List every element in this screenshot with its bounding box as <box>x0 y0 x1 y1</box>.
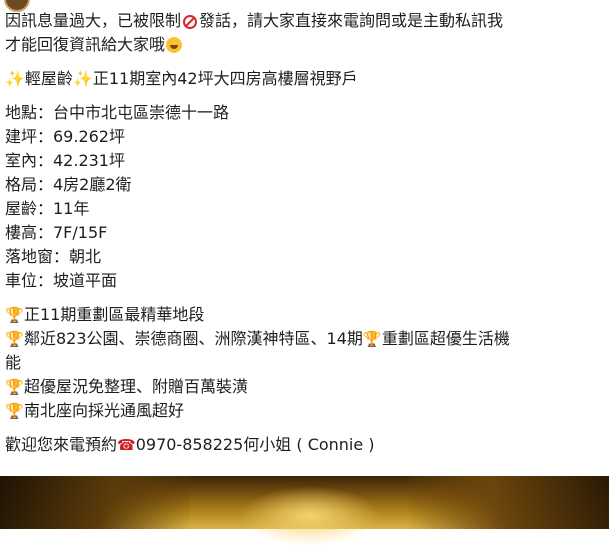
headline-text-2: 正11期室內42坪大四房高樓層視野戶 <box>92 69 358 88</box>
notice-line-2: 才能回復資訊給大家哦 <box>5 33 601 57</box>
highlight-item: 🏆超優屋況免整理、附贈百萬裝潢 <box>5 375 601 399</box>
smiling-face-icon <box>166 37 183 53</box>
notice-text-2: 發話，請大家直接來電詢問或是主動私訊我 <box>199 11 504 30</box>
detail-indoor-area: 室內：42.231坪 <box>5 151 125 170</box>
trophy-icon: 🏆 <box>5 306 24 324</box>
detail-parking: 車位：坡道平面 <box>5 271 118 290</box>
trophy-icon: 🏆 <box>362 330 382 348</box>
facebook-post-screenshot: 因訊息量過大，已被限制 發話，請大家直接來電詢問或是主動私訊我 才能回復資訊給大家… <box>0 0 609 546</box>
trophy-icon: 🏆 <box>5 378 24 396</box>
detail-layout: 格局：4房2廳2衛 <box>5 175 132 194</box>
detail-location: 地點：台中市北屯區崇德十一路 <box>5 103 230 122</box>
notice-text-3: 才能回復資訊給大家哦 <box>5 35 166 54</box>
highlight-item: 🏆正11期重劃區最精華地段 <box>5 303 601 327</box>
highlight-item: 🏆南北座向採光通風超好 <box>5 399 601 423</box>
no-entry-icon <box>183 15 198 29</box>
contact-line: 歡迎您來電預約☎0970-858225何小姐 ( Connie ) <box>5 433 601 457</box>
headline: ✨輕屋齡✨正11期室內42坪大四房高樓層視野戶 <box>5 67 601 91</box>
trophy-icon: 🏆 <box>5 330 24 348</box>
headline-text-1: 輕屋齡 <box>24 69 73 88</box>
highlights: 🏆正11期重劃區最精華地段 🏆鄰近823公園、崇德商圈、洲際漢神特區、14期🏆重… <box>5 303 601 423</box>
notice-line-1: 因訊息量過大，已被限制 發話，請大家直接來電詢問或是主動私訊我 <box>5 9 601 33</box>
contact-text-1: 歡迎您來電預約 <box>5 435 118 454</box>
trophy-icon: 🏆 <box>5 402 24 420</box>
detail-window: 落地窗：朝北 <box>5 247 102 266</box>
sparkle-icon: ✨ <box>5 69 25 88</box>
detail-floor: 樓高：7F/15F <box>5 223 108 242</box>
notice-text-1: 因訊息量過大，已被限制 <box>5 11 182 30</box>
sparkle-icon: ✨ <box>72 69 93 88</box>
property-details: 地點：台中市北屯區崇德十一路 建坪：69.262坪 室內：42.231坪 格局：… <box>5 101 601 293</box>
highlight-item: 🏆鄰近823公園、崇德商圈、洲際漢神特區、14期🏆重劃區超優生活機 <box>5 327 601 351</box>
detail-building-area: 建坪：69.262坪 <box>5 127 125 146</box>
highlight-item-wrap: 能 <box>5 353 22 372</box>
post-photo[interactable] <box>0 476 609 546</box>
detail-age: 屋齡：11年 <box>5 199 90 218</box>
telephone-icon: ☎ <box>117 436 136 454</box>
contact-phone-text[interactable]: 0970-858225何小姐 ( Connie ) <box>136 435 375 454</box>
post-body: 因訊息量過大，已被限制 發話，請大家直接來電詢問或是主動私訊我 才能回復資訊給大家… <box>5 9 601 457</box>
